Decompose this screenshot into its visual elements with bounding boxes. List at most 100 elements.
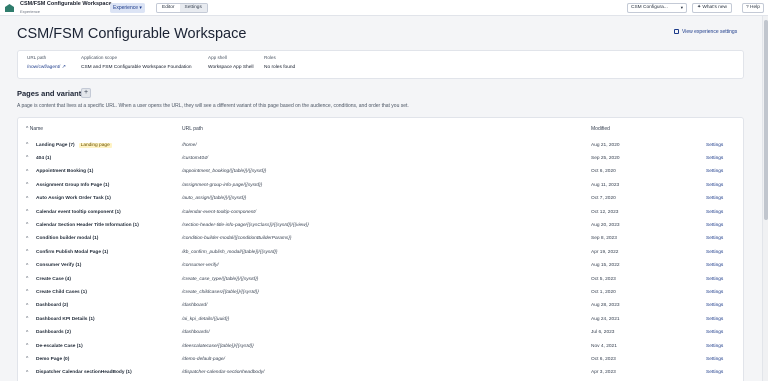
expand-chevron-icon[interactable]: ^ bbox=[26, 289, 28, 295]
page-modified-date: Jul 6, 2023 bbox=[591, 330, 615, 336]
page-name[interactable]: Calendar Section Header Title Informatio… bbox=[36, 223, 139, 228]
url-path-column-header: URL path bbox=[182, 126, 203, 132]
page-name[interactable]: Consumer Verify (1) bbox=[36, 263, 81, 268]
page-settings-link[interactable]: Settings bbox=[706, 169, 723, 174]
expand-chevron-icon[interactable]: ^ bbox=[26, 249, 28, 255]
page-url-path: /create_childcases/{{table}}/{{sysId}} bbox=[182, 289, 259, 295]
expand-chevron-icon[interactable]: ^ bbox=[26, 263, 28, 269]
expand-chevron-icon[interactable]: ^ bbox=[26, 236, 28, 242]
page-name[interactable]: Create Child Cases (1) bbox=[36, 290, 87, 295]
page-settings-link[interactable]: Settings bbox=[706, 330, 723, 335]
table-row[interactable]: ^ Calendar Section Header Title Informati… bbox=[18, 219, 743, 232]
table-row[interactable]: ^ Condition builder modal (1) /condition-b… bbox=[18, 233, 743, 246]
table-row[interactable]: ^ Landing Page (7) Landing page/home/Aug 2… bbox=[18, 139, 743, 152]
expand-chevron-icon[interactable]: ^ bbox=[26, 316, 28, 322]
table-row[interactable]: ^ 404 (1) /custom404/Sep 25, 2020 Settings bbox=[18, 152, 743, 165]
page-name-text: Demo Page (0) bbox=[36, 356, 70, 362]
page-settings-link[interactable]: Settings bbox=[706, 263, 723, 268]
page-name[interactable]: Landing Page (7) Landing page bbox=[36, 142, 112, 148]
page-settings-link[interactable]: Settings bbox=[706, 223, 723, 228]
expand-chevron-icon[interactable]: ^ bbox=[26, 142, 28, 148]
expand-chevron-icon[interactable]: ^ bbox=[26, 182, 28, 188]
table-row[interactable]: ^ Demo Page (0) /demo-default-page/Oct 6, … bbox=[18, 353, 743, 366]
page-settings-link[interactable]: Settings bbox=[706, 277, 723, 282]
top-bar: CSM/FSM Configurable Workspace Experienc… bbox=[0, 0, 768, 16]
table-row[interactable]: ^ Calendar event tooltip component (1) /ca… bbox=[18, 206, 743, 219]
page-modified-date: Oct 1, 2020 bbox=[591, 289, 616, 295]
url-path-label: URL path bbox=[27, 55, 47, 60]
page-name[interactable]: Dashboard KPI Details (1) bbox=[36, 317, 95, 322]
tab-editor[interactable]: Editor bbox=[157, 4, 180, 12]
name-column-header[interactable]: ^ Name bbox=[26, 126, 43, 132]
expand-chevron-icon[interactable]: ^ bbox=[26, 155, 28, 161]
page-url-path: /dashboard/ bbox=[182, 303, 208, 309]
page-settings-link[interactable]: Settings bbox=[706, 210, 723, 215]
table-row[interactable]: ^ Dashboards (2) /dashboards/Jul 6, 2023 Se… bbox=[18, 327, 743, 340]
page-name[interactable]: Demo Page (0) bbox=[36, 357, 69, 362]
tab-settings[interactable]: Settings bbox=[179, 4, 207, 12]
table-row[interactable]: ^ Confirm Publish Modal Page (1) /kb_confi… bbox=[18, 246, 743, 259]
table-row[interactable]: ^ Create Child Cases (1) /create_childcase… bbox=[18, 286, 743, 299]
page-name-text: Create Case (4) bbox=[36, 276, 71, 282]
expand-chevron-icon[interactable]: ^ bbox=[26, 209, 28, 215]
page-settings-link[interactable]: Settings bbox=[706, 344, 723, 349]
expand-chevron-icon[interactable]: ^ bbox=[26, 169, 28, 175]
page-settings-link[interactable]: Settings bbox=[706, 303, 723, 308]
table-row[interactable]: ^ Consumer Verify (1) /consumer-verify/Aug… bbox=[18, 260, 743, 273]
expand-chevron-icon[interactable]: ^ bbox=[26, 343, 28, 349]
page-settings-link[interactable]: Settings bbox=[706, 317, 723, 322]
table-row[interactable]: ^ De-escalate Case (1) /deescalatecase/{{t… bbox=[18, 340, 743, 353]
page-name[interactable]: Appointment Booking (1) bbox=[36, 169, 93, 174]
page-name[interactable]: Condition builder modal (1) bbox=[36, 236, 98, 241]
page-settings-link[interactable]: Settings bbox=[706, 196, 723, 201]
experience-menu-button[interactable]: Experience ▾ bbox=[110, 3, 145, 13]
page-settings-link[interactable]: Settings bbox=[706, 290, 723, 295]
table-row[interactable]: ^ Create Case (4) /create_case_type/{{tabl… bbox=[18, 273, 743, 286]
view-experience-settings-link[interactable]: View experience settings bbox=[674, 29, 737, 35]
expand-chevron-icon[interactable]: ^ bbox=[26, 303, 28, 309]
add-page-button[interactable]: + bbox=[81, 88, 91, 98]
page-settings-link[interactable]: Settings bbox=[706, 370, 723, 375]
page-url-path: /home/ bbox=[182, 142, 197, 148]
table-row[interactable]: ^ Appointment Booking (1) /appointment_boo… bbox=[18, 166, 743, 179]
now-logo-icon bbox=[5, 4, 14, 12]
expand-chevron-icon[interactable]: ^ bbox=[26, 370, 28, 376]
workspace-select[interactable]: CSM Configura... ▾ bbox=[627, 3, 687, 13]
table-row[interactable]: ^ Dashboard KPI Details (1) /ai_kpi_detail… bbox=[18, 313, 743, 326]
page-name[interactable]: Dashboard (2) bbox=[36, 303, 68, 308]
expand-chevron-icon[interactable]: ^ bbox=[26, 356, 28, 362]
page-name[interactable]: Calendar event tooltip component (1) bbox=[36, 210, 121, 215]
app-shell-value: Workspace App Shell bbox=[208, 65, 254, 70]
page-name[interactable]: 404 (1) bbox=[36, 156, 51, 161]
page-scrollbar[interactable] bbox=[762, 16, 768, 381]
url-path-link[interactable]: /now/cwf/agent/ ↗ bbox=[27, 65, 66, 70]
table-row[interactable]: ^ Dashboard (2) /dashboard/Aug 28, 2023 Set… bbox=[18, 300, 743, 313]
expand-chevron-icon[interactable]: ^ bbox=[26, 222, 28, 228]
page-name[interactable]: Auto Assign Work Order Task (1) bbox=[36, 196, 111, 201]
page-settings-link[interactable]: Settings bbox=[706, 250, 723, 255]
page-settings-link[interactable]: Settings bbox=[706, 357, 723, 362]
page-name[interactable]: Confirm Publish Modal Page (1) bbox=[36, 250, 108, 255]
page-modified-date: Apr 3, 2023 bbox=[591, 370, 616, 376]
page-name[interactable]: De-escalate Case (1) bbox=[36, 344, 83, 349]
whats-new-button[interactable]: ✦ What's new bbox=[692, 3, 733, 13]
roles-info: Roles No roles found bbox=[264, 55, 295, 70]
help-button[interactable]: ? Help bbox=[742, 3, 764, 13]
page-name[interactable]: Create Case (4) bbox=[36, 277, 71, 282]
page-name-text: Landing Page (7) bbox=[36, 142, 75, 148]
scrollbar-thumb[interactable] bbox=[764, 20, 768, 220]
table-row[interactable]: ^ Dispatcher Calendar sectionHeadBody (1)… bbox=[18, 367, 743, 380]
page-name[interactable]: Dispatcher Calendar sectionHeadBody (1) bbox=[36, 370, 132, 375]
page-name-text: Confirm Publish Modal Page (1) bbox=[36, 249, 109, 255]
table-row[interactable]: ^ Auto Assign Work Order Task (1) /auto_as… bbox=[18, 193, 743, 206]
page-settings-link[interactable]: Settings bbox=[706, 183, 723, 188]
table-row[interactable]: ^ Assignment Group Info Page (1) /assignme… bbox=[18, 179, 743, 192]
page-name[interactable]: Dashboards (2) bbox=[36, 330, 71, 335]
page-name[interactable]: Assignment Group Info Page (1) bbox=[36, 183, 109, 188]
page-settings-link[interactable]: Settings bbox=[706, 143, 723, 148]
expand-chevron-icon[interactable]: ^ bbox=[26, 276, 28, 282]
page-settings-link[interactable]: Settings bbox=[706, 236, 723, 241]
page-settings-link[interactable]: Settings bbox=[706, 156, 723, 161]
expand-chevron-icon[interactable]: ^ bbox=[26, 330, 28, 336]
expand-chevron-icon[interactable]: ^ bbox=[26, 196, 28, 202]
